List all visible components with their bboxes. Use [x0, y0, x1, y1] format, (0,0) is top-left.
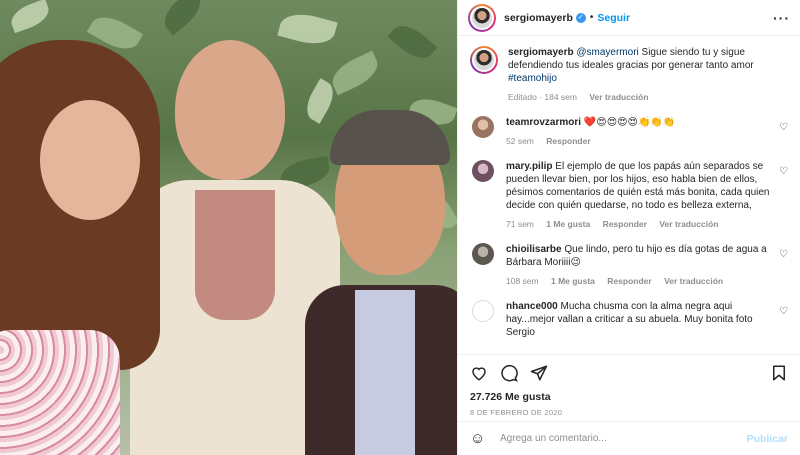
instagram-post-view: sergiomayerb ✓ • Seguir ··· sergiomayerb…: [0, 0, 800, 455]
post-header: sergiomayerb ✓ • Seguir ···: [458, 0, 800, 36]
comment-like-heart-icon[interactable]: ♡: [779, 249, 788, 260]
caption-mention[interactable]: @smayermori: [576, 47, 638, 58]
caption-hashtag[interactable]: #teamohijo: [508, 73, 557, 84]
comment-bubble-icon[interactable]: [500, 364, 518, 382]
comment-username[interactable]: chioilisarbe: [506, 244, 562, 255]
comment-item: mary.pilip El ejemplo de que los papás a…: [470, 160, 788, 231]
comment-item: teamrovzarmori ❤️😍😍😍😍👏👏👏 52 sem Responde…: [470, 116, 788, 148]
follow-button[interactable]: Seguir: [597, 12, 630, 24]
comment-like-heart-icon[interactable]: ♡: [779, 122, 788, 133]
comment-reply-button[interactable]: Responder: [603, 219, 647, 229]
comment-like-heart-icon[interactable]: ♡: [779, 306, 788, 317]
post-side-panel: sergiomayerb ✓ • Seguir ··· sergiomayerb…: [457, 0, 800, 455]
comment-username[interactable]: mary.pilip: [506, 161, 553, 172]
comment-reply-button[interactable]: Responder: [607, 276, 651, 286]
comment-likes-count[interactable]: 1 Me gusta: [551, 276, 595, 286]
commenter-avatar[interactable]: [472, 160, 494, 182]
post-caption: sergiomayerb @smayermori Sigue siendo tu…: [470, 46, 788, 104]
comments-list[interactable]: sergiomayerb @smayermori Sigue siendo tu…: [458, 36, 800, 354]
add-comment-input[interactable]: [500, 433, 747, 444]
woman-floral-dress: [0, 330, 120, 455]
author-avatar[interactable]: [470, 46, 498, 74]
comment-item: nhance000 Mucha chusma con la alma negra…: [470, 300, 788, 339]
publish-button[interactable]: Publicar: [747, 433, 788, 445]
post-actions: 27.726 Me gusta 8 DE FEBRERO DE 2020: [458, 354, 800, 421]
emoji-picker-icon[interactable]: ☺: [470, 430, 488, 447]
save-bookmark-icon[interactable]: [770, 364, 788, 382]
commenter-avatar[interactable]: [472, 116, 494, 138]
share-send-icon[interactable]: [530, 364, 548, 382]
comment-username[interactable]: nhance000: [506, 301, 558, 312]
verified-badge-icon: ✓: [575, 12, 586, 23]
author-avatar[interactable]: [468, 3, 496, 32]
comment-time: 108 sem: [506, 276, 539, 286]
comment-username[interactable]: teamrovzarmori: [506, 117, 581, 128]
more-options-icon[interactable]: ···: [773, 10, 790, 26]
comment-item: chioilisarbe Que lindo, pero tu hijo es …: [470, 243, 788, 288]
author-username[interactable]: sergiomayerb: [504, 12, 573, 24]
comment-time: 71 sem: [506, 219, 534, 229]
comment-translate-link[interactable]: Ver traducción: [659, 219, 718, 229]
post-photo: [0, 0, 457, 455]
comment-time: 52 sem: [506, 136, 534, 146]
caption-edited-time: Editado · 184 sem: [508, 92, 577, 102]
woman-face: [40, 100, 140, 220]
comment-reply-button[interactable]: Responder: [546, 136, 590, 146]
likes-count[interactable]: 27.726 Me gusta: [470, 391, 788, 403]
comment-text: ❤️😍😍😍😍👏👏👏: [583, 117, 676, 128]
comment-translate-link[interactable]: Ver traducción: [664, 276, 723, 286]
caption-translate-link[interactable]: Ver traducción: [589, 92, 648, 102]
commenter-avatar[interactable]: [472, 300, 494, 322]
comment-like-heart-icon[interactable]: ♡: [779, 166, 788, 177]
comment-likes-count[interactable]: 1 Me gusta: [546, 219, 590, 229]
caption-username[interactable]: sergiomayerb: [508, 47, 574, 58]
like-heart-icon[interactable]: [470, 364, 488, 382]
add-comment-bar: ☺ Publicar: [458, 421, 800, 455]
young-man-head: [175, 40, 285, 180]
commenter-avatar[interactable]: [472, 243, 494, 265]
post-date: 8 DE FEBRERO DE 2020: [470, 408, 563, 417]
